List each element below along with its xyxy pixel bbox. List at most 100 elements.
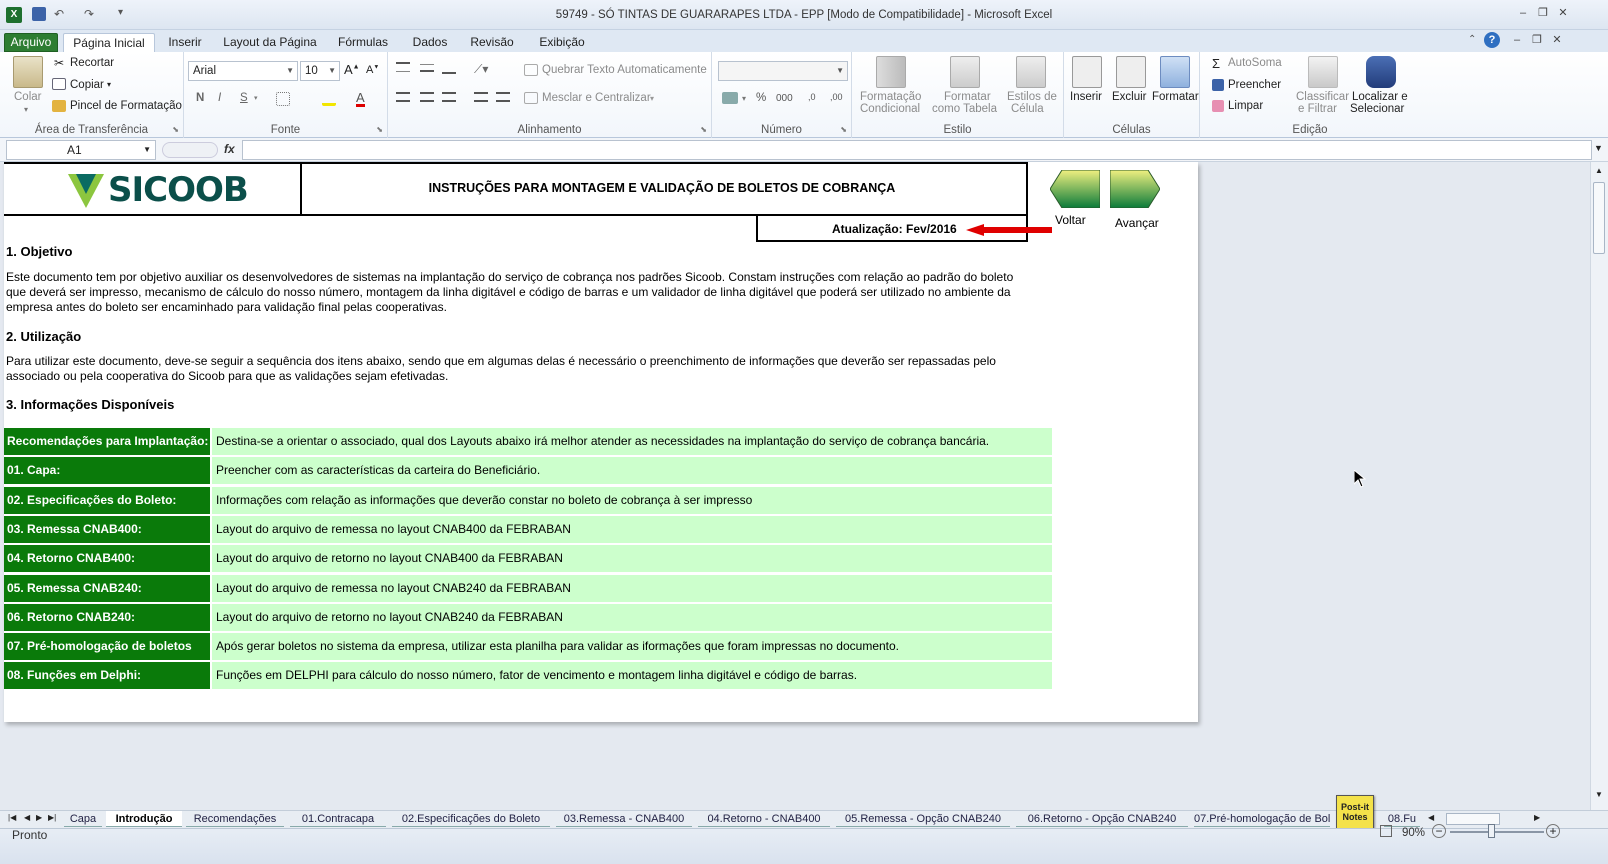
tab-arquivo[interactable]: Arquivo	[4, 33, 58, 52]
doc-close-icon[interactable]: ✕	[1548, 33, 1566, 47]
last-sheet-icon[interactable]: ▶|	[48, 813, 56, 822]
page-layout-view-icon[interactable]	[1380, 825, 1392, 837]
align-center-icon[interactable]	[420, 92, 434, 102]
paste-button[interactable]: Colar	[14, 91, 41, 103]
formula-input[interactable]	[242, 140, 1592, 160]
zoom-out-icon[interactable]: −	[1432, 824, 1446, 838]
percent-button[interactable]: %	[756, 92, 766, 104]
tab-dados[interactable]: Dados	[404, 33, 456, 52]
wrap-text-button[interactable]: Quebrar Texto Automaticamente	[542, 64, 707, 76]
format-table-label-1[interactable]: Formatar	[944, 91, 991, 103]
first-sheet-icon[interactable]: |◀	[8, 813, 16, 822]
hscroll-right-icon[interactable]: ▶	[1534, 813, 1540, 822]
sheet-tab[interactable]: 02.Especificações do Boleto	[392, 811, 550, 827]
increase-indent-icon[interactable]	[496, 92, 510, 102]
copy-dropdown-icon[interactable]: ▾	[107, 80, 111, 89]
find-select-label-1[interactable]: Localizar e	[1352, 91, 1408, 103]
autosum-button[interactable]: AutoSoma	[1228, 57, 1282, 69]
format-table-label-2[interactable]: como Tabela	[932, 103, 997, 115]
align-top-icon[interactable]	[396, 62, 410, 72]
expand-formula-icon[interactable]: ▼	[1594, 143, 1603, 153]
merge-dropdown-icon[interactable]: ▾	[650, 94, 654, 103]
tab-revisao[interactable]: Revisão	[462, 33, 522, 52]
zoom-slider[interactable]	[1450, 831, 1544, 833]
sheet-tab[interactable]: 01.Contracapa	[290, 811, 386, 827]
find-select-label-2[interactable]: Selecionar	[1350, 103, 1404, 115]
doc-restore-icon[interactable]: ❐	[1528, 33, 1546, 47]
alignment-launcher-icon[interactable]: ⬊	[700, 125, 707, 134]
currency-dropdown-icon[interactable]: ▾	[742, 94, 746, 103]
grow-font-icon[interactable]: A▲	[344, 62, 360, 77]
sheet-tab[interactable]: 03.Remessa - CNAB400	[556, 811, 692, 827]
next-arrow-icon[interactable]	[1109, 169, 1161, 209]
back-label[interactable]: Voltar	[1055, 213, 1086, 227]
sheet-tab[interactable]: 06.Retorno - Opção CNAB240	[1016, 811, 1188, 827]
prev-sheet-icon[interactable]: ◀	[24, 813, 30, 822]
name-box[interactable]: A1 ▼	[6, 140, 156, 160]
cut-button[interactable]: Recortar	[70, 57, 114, 69]
copy-button[interactable]: Copiar	[70, 79, 104, 91]
sort-filter-label-2[interactable]: e Filtrar	[1298, 103, 1337, 115]
borders-icon[interactable]	[276, 92, 290, 106]
help-icon[interactable]: ?	[1484, 32, 1500, 48]
fill-button[interactable]: Preencher	[1228, 79, 1281, 91]
next-sheet-icon[interactable]: ▶	[36, 813, 42, 822]
font-launcher-icon[interactable]: ⬊	[376, 125, 383, 134]
italic-button[interactable]: I	[218, 92, 221, 104]
sheet-tab[interactable]: 07.Pré-homologação de Bol	[1194, 811, 1330, 827]
orientation-icon[interactable]: ⟋▾	[474, 62, 488, 77]
scroll-down-icon[interactable]: ▼	[1595, 790, 1603, 799]
insert-function-icon[interactable]: fx	[224, 142, 235, 156]
back-arrow-icon[interactable]	[1049, 169, 1101, 209]
paste-icon[interactable]	[13, 56, 43, 88]
cell-styles-label-2[interactable]: Célula	[1011, 103, 1044, 115]
sheet-tab[interactable]: Capa	[64, 811, 102, 827]
font-size-combo[interactable]: 10 ▼	[300, 61, 340, 81]
tab-layout-da-pagina[interactable]: Layout da Página	[218, 33, 322, 52]
zoom-level[interactable]: 90%	[1402, 827, 1425, 839]
thousands-button[interactable]: 000	[776, 93, 793, 104]
ribbon-collapse-icon[interactable]: ⌃	[1468, 34, 1476, 45]
sheet-tab[interactable]: 05.Remessa - Opção CNAB240	[836, 811, 1010, 827]
font-color-icon[interactable]: A	[356, 91, 365, 107]
tab-exibicao[interactable]: Exibição	[530, 33, 594, 52]
number-launcher-icon[interactable]: ⬊	[840, 125, 847, 134]
scroll-thumb[interactable]	[1593, 182, 1605, 254]
sheet-tab[interactable]: Introdução	[106, 811, 182, 827]
increase-decimal-icon[interactable]: ,0	[808, 92, 824, 104]
doc-minimize-icon[interactable]: –	[1508, 33, 1526, 47]
postit-icon[interactable]: Post-it Notes	[1336, 795, 1374, 829]
cell-styles-label-1[interactable]: Estilos de	[1007, 91, 1057, 103]
restore-icon[interactable]: ❐	[1534, 6, 1552, 20]
fill-color-icon[interactable]	[322, 92, 336, 106]
bold-button[interactable]: N	[196, 92, 204, 104]
decrease-decimal-icon[interactable]: ,00	[830, 92, 846, 104]
align-bottom-icon[interactable]	[442, 66, 456, 74]
tab-formulas[interactable]: Fórmulas	[330, 33, 396, 52]
align-right-icon[interactable]	[442, 92, 456, 102]
close-icon[interactable]: ✕	[1554, 6, 1572, 20]
sort-filter-label-1[interactable]: Classificar	[1296, 91, 1349, 103]
sheet-tab[interactable]: 04.Retorno - CNAB400	[698, 811, 830, 827]
format-painter-button[interactable]: Pincel de Formatação	[70, 100, 182, 112]
zoom-in-icon[interactable]: +	[1546, 824, 1560, 838]
clipboard-launcher-icon[interactable]: ⬊	[172, 125, 179, 134]
tab-inserir[interactable]: Inserir	[160, 33, 210, 52]
align-left-icon[interactable]	[396, 92, 410, 102]
hscroll-left-icon[interactable]: ◀	[1428, 813, 1434, 822]
tab-pagina-inicial[interactable]: Página Inicial	[63, 33, 155, 52]
format-cells-button[interactable]: Formatar	[1152, 91, 1199, 103]
decrease-indent-icon[interactable]	[474, 92, 488, 102]
shrink-font-icon[interactable]: A▼	[366, 64, 379, 76]
name-box-dropdown-icon[interactable]: ▼	[143, 141, 151, 159]
zoom-slider-thumb[interactable]	[1488, 824, 1495, 838]
align-middle-icon[interactable]	[420, 64, 434, 72]
paste-dropdown-icon[interactable]: ▾	[24, 105, 28, 114]
currency-icon[interactable]	[722, 92, 738, 104]
font-name-combo[interactable]: Arial ▼	[188, 61, 298, 81]
underline-button[interactable]: S	[240, 92, 248, 104]
number-format-combo[interactable]: ▼	[718, 61, 848, 81]
sheet-tab[interactable]: Recomendações	[186, 811, 284, 827]
merge-center-button[interactable]: Mesclar e Centralizar	[542, 92, 651, 104]
conditional-format-label-2[interactable]: Condicional	[860, 103, 920, 115]
